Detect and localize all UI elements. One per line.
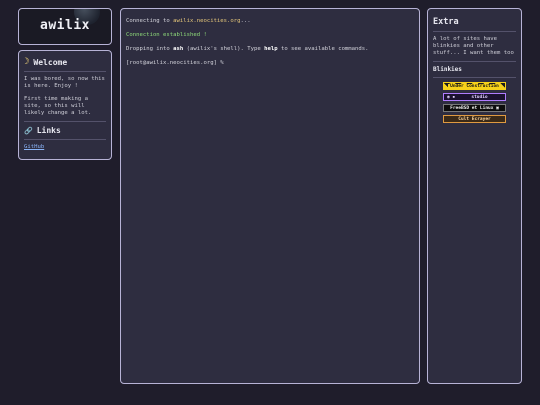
links-header: 🔗 Links [24,126,106,135]
terminal-panel[interactable]: Connecting to awilix.neocities.org... Co… [120,8,420,384]
terminal-host: awilix.neocities.org [173,18,241,24]
extra-title: Extra [433,17,459,27]
blinkie-freebsd-linux[interactable]: FreeBSD et Linux ▣ [443,104,506,112]
terminal-line-dropping: Dropping into ash (awilix's shell). Type… [126,46,369,52]
divider [433,61,516,62]
welcome-paragraph-2: First time making a site, so this will l… [24,96,92,116]
welcome-header: ☽ Welcome [24,57,106,67]
github-link[interactable]: GitHub [24,144,106,150]
blinkie-cult[interactable]: Cult Ecrayer [443,115,506,123]
welcome-paragraph-1: I was bored, so now this is here. Enjoy … [24,76,105,89]
welcome-heading: Welcome [33,57,68,67]
terminal-line-established: Connection established ! [126,32,207,38]
blinkies-title: Blinkies [433,66,462,73]
extra-panel: Extra A lot of sites have blinkies and o… [427,8,522,384]
terminal-line-connecting: Connecting to awilix.neocities.org... [126,18,251,24]
welcome-panel: ☽ Welcome I was bored, so now this is he… [18,50,112,160]
divider [24,139,106,140]
link-icon: 🔗 [24,126,33,135]
terminal-prompt[interactable]: [root@awilix.neocities.org] % [126,60,414,67]
links-heading: Links [36,126,61,135]
divider [24,121,106,122]
shell-name: ash [173,46,184,52]
divider [24,71,106,72]
site-logo: awilix [18,8,112,45]
extra-description: A lot of sites have blinkies and other s… [433,36,514,56]
divider [433,31,516,32]
site-title: awilix [40,18,90,33]
divider [433,77,516,78]
help-command: help [264,46,278,52]
moon-icon: ☽ [24,57,30,67]
blinkie-under-construction[interactable]: Under Construction [443,82,506,90]
blinkie-studio[interactable]: ◉ ▪ studio [443,93,506,101]
